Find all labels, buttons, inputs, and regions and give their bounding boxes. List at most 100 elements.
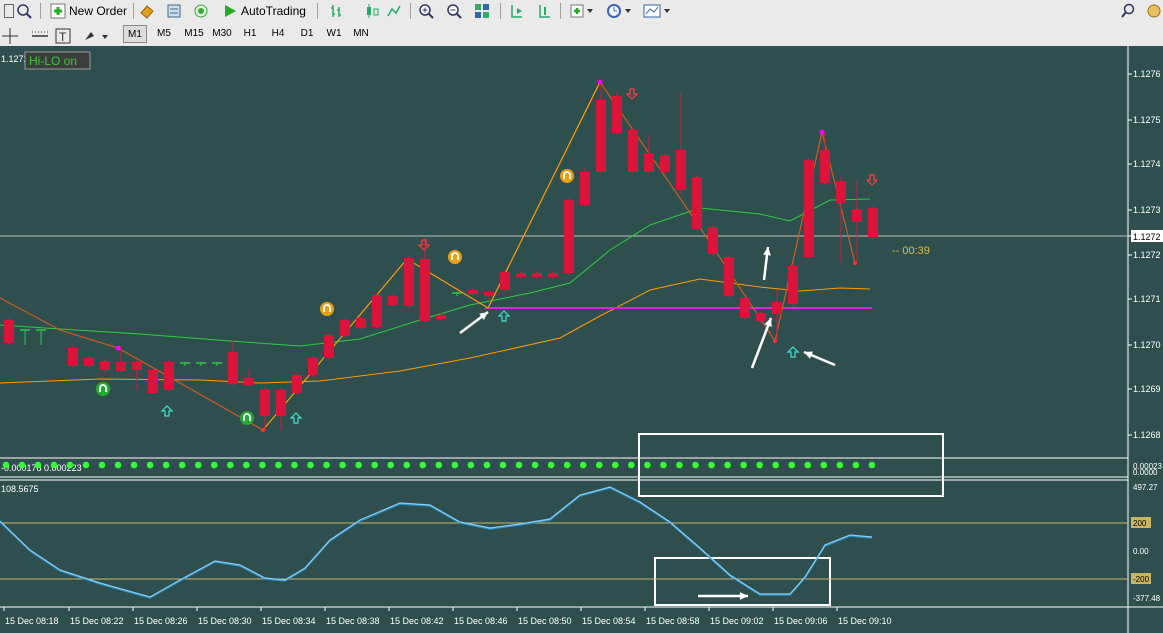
text-tool-icon[interactable]: T [55, 26, 71, 46]
search-icon[interactable] [1120, 1, 1136, 21]
data-window-icon[interactable] [166, 1, 182, 21]
signal-dot [114, 461, 122, 469]
time-axis-label: 15 Dec 08:34 [262, 616, 316, 626]
new-order-label: New Order [69, 4, 128, 18]
signal-dot [82, 461, 90, 469]
horizontal-line-icon[interactable] [32, 26, 48, 46]
signal-dot [371, 461, 378, 469]
signal-dot [467, 461, 475, 469]
line-chart-icon[interactable] [386, 1, 402, 21]
templates-icon[interactable] [643, 1, 671, 21]
time-axis-label: 15 Dec 09:06 [774, 616, 828, 626]
candle-body [660, 155, 670, 172]
candle-body [404, 258, 414, 306]
signal-dot [628, 461, 635, 469]
signal-dot [499, 461, 507, 469]
signal-dot [291, 461, 298, 469]
pivot-dot [261, 428, 265, 432]
candle-body [772, 302, 782, 314]
tile-windows-icon[interactable] [474, 1, 490, 21]
signal-dot [611, 461, 619, 469]
autoscroll-icon[interactable] [537, 1, 553, 21]
timeframe-w1-button[interactable]: W1 [322, 25, 346, 43]
signal-dot [146, 461, 154, 469]
signal-dot [772, 461, 779, 469]
signal-dot [435, 461, 443, 469]
hilo-indicator-label: Hi-LO on [29, 54, 77, 68]
crosshair-icon[interactable] [2, 26, 18, 46]
candle-body [132, 362, 142, 370]
timeframe-h1-button[interactable]: H1 [238, 25, 262, 43]
candle-body [68, 348, 78, 366]
indicators-icon[interactable] [570, 1, 594, 21]
timeframe-m30-button[interactable]: M30 [207, 25, 237, 43]
candle-body [788, 266, 798, 304]
pivot-dot [819, 129, 825, 135]
timeframe-h4-button[interactable]: H4 [266, 25, 290, 43]
pivot-dot [773, 339, 777, 343]
candle-body [628, 130, 638, 172]
pivot-dot [853, 261, 857, 265]
bar-chart-icon[interactable] [329, 1, 345, 21]
cci-axis-label: -200 [1133, 575, 1150, 584]
time-axis-label: 15 Dec 08:26 [134, 616, 188, 626]
candle-body [164, 362, 174, 390]
cci-axis-label: -377.48 [1133, 594, 1161, 603]
timeframe-m15-button[interactable]: M15 [179, 25, 209, 43]
signal-dot [162, 461, 170, 469]
price-chart[interactable]: 1.1276 1.1275 1.1274 1.1273 1.1272 1.1272 1.12… [0, 46, 1163, 633]
timeframe-d1-button[interactable]: D1 [295, 25, 319, 43]
zoom-in-icon[interactable] [418, 1, 434, 21]
cursor-icon[interactable] [4, 1, 14, 21]
price-axis-label: 1.1270 [1133, 340, 1161, 350]
signal-dot [130, 461, 138, 469]
signal-dot [194, 461, 202, 469]
notification-icon[interactable] [1146, 1, 1162, 21]
signal-dot [595, 461, 603, 469]
signal-dot [820, 461, 828, 469]
candle-body [436, 315, 446, 319]
time-axis-label: 15 Dec 08:30 [198, 616, 252, 626]
candlestick-icon[interactable] [364, 1, 380, 21]
candle-body [564, 200, 574, 273]
price-axis-label: 1.1273 [1133, 205, 1161, 215]
pivot-dot [597, 79, 603, 85]
price-axis-label: 1.1268 [1133, 430, 1161, 440]
timeframe-m5-button[interactable]: M5 [152, 25, 176, 43]
candle-body [708, 227, 718, 254]
arrows-dropdown-icon[interactable] [82, 26, 110, 46]
countdown-timer: -- 00:39 [892, 245, 930, 257]
candle-body [676, 150, 686, 190]
signal-dot [419, 461, 427, 469]
candle-body [116, 362, 126, 371]
candle-body [292, 375, 302, 393]
candle-body [532, 273, 542, 277]
price-axis-label: 1.1272 [1133, 250, 1161, 260]
time-axis-label: 15 Dec 08:38 [326, 616, 380, 626]
new-order-button[interactable]: New Order [50, 1, 127, 21]
candle-body [820, 150, 830, 183]
candle-body [516, 273, 526, 277]
candle-body [868, 208, 878, 237]
zoom-search-icon[interactable] [16, 1, 32, 21]
signal-dot [34, 461, 42, 469]
candle-body [836, 181, 846, 203]
candle-body [260, 389, 270, 416]
candle-body [740, 298, 750, 318]
periods-clock-icon[interactable] [606, 1, 632, 21]
signal-dot [307, 461, 314, 469]
signal-dot [708, 461, 715, 469]
chart-shift-icon[interactable] [509, 1, 525, 21]
candle-body [580, 172, 590, 205]
signal-dot [50, 461, 58, 469]
signal-dot [868, 461, 876, 469]
market-watch-icon[interactable] [139, 1, 155, 21]
candle-body [244, 378, 254, 385]
timeframe-m1-button[interactable]: M1 [123, 25, 147, 43]
timeframe-mn-button[interactable]: MN [349, 25, 373, 43]
signal-dot [563, 461, 571, 469]
signal-dot [66, 461, 74, 469]
signal-icon[interactable] [193, 1, 209, 21]
zoom-out-icon[interactable] [446, 1, 462, 21]
autotrading-button[interactable]: AutoTrading [222, 1, 306, 21]
